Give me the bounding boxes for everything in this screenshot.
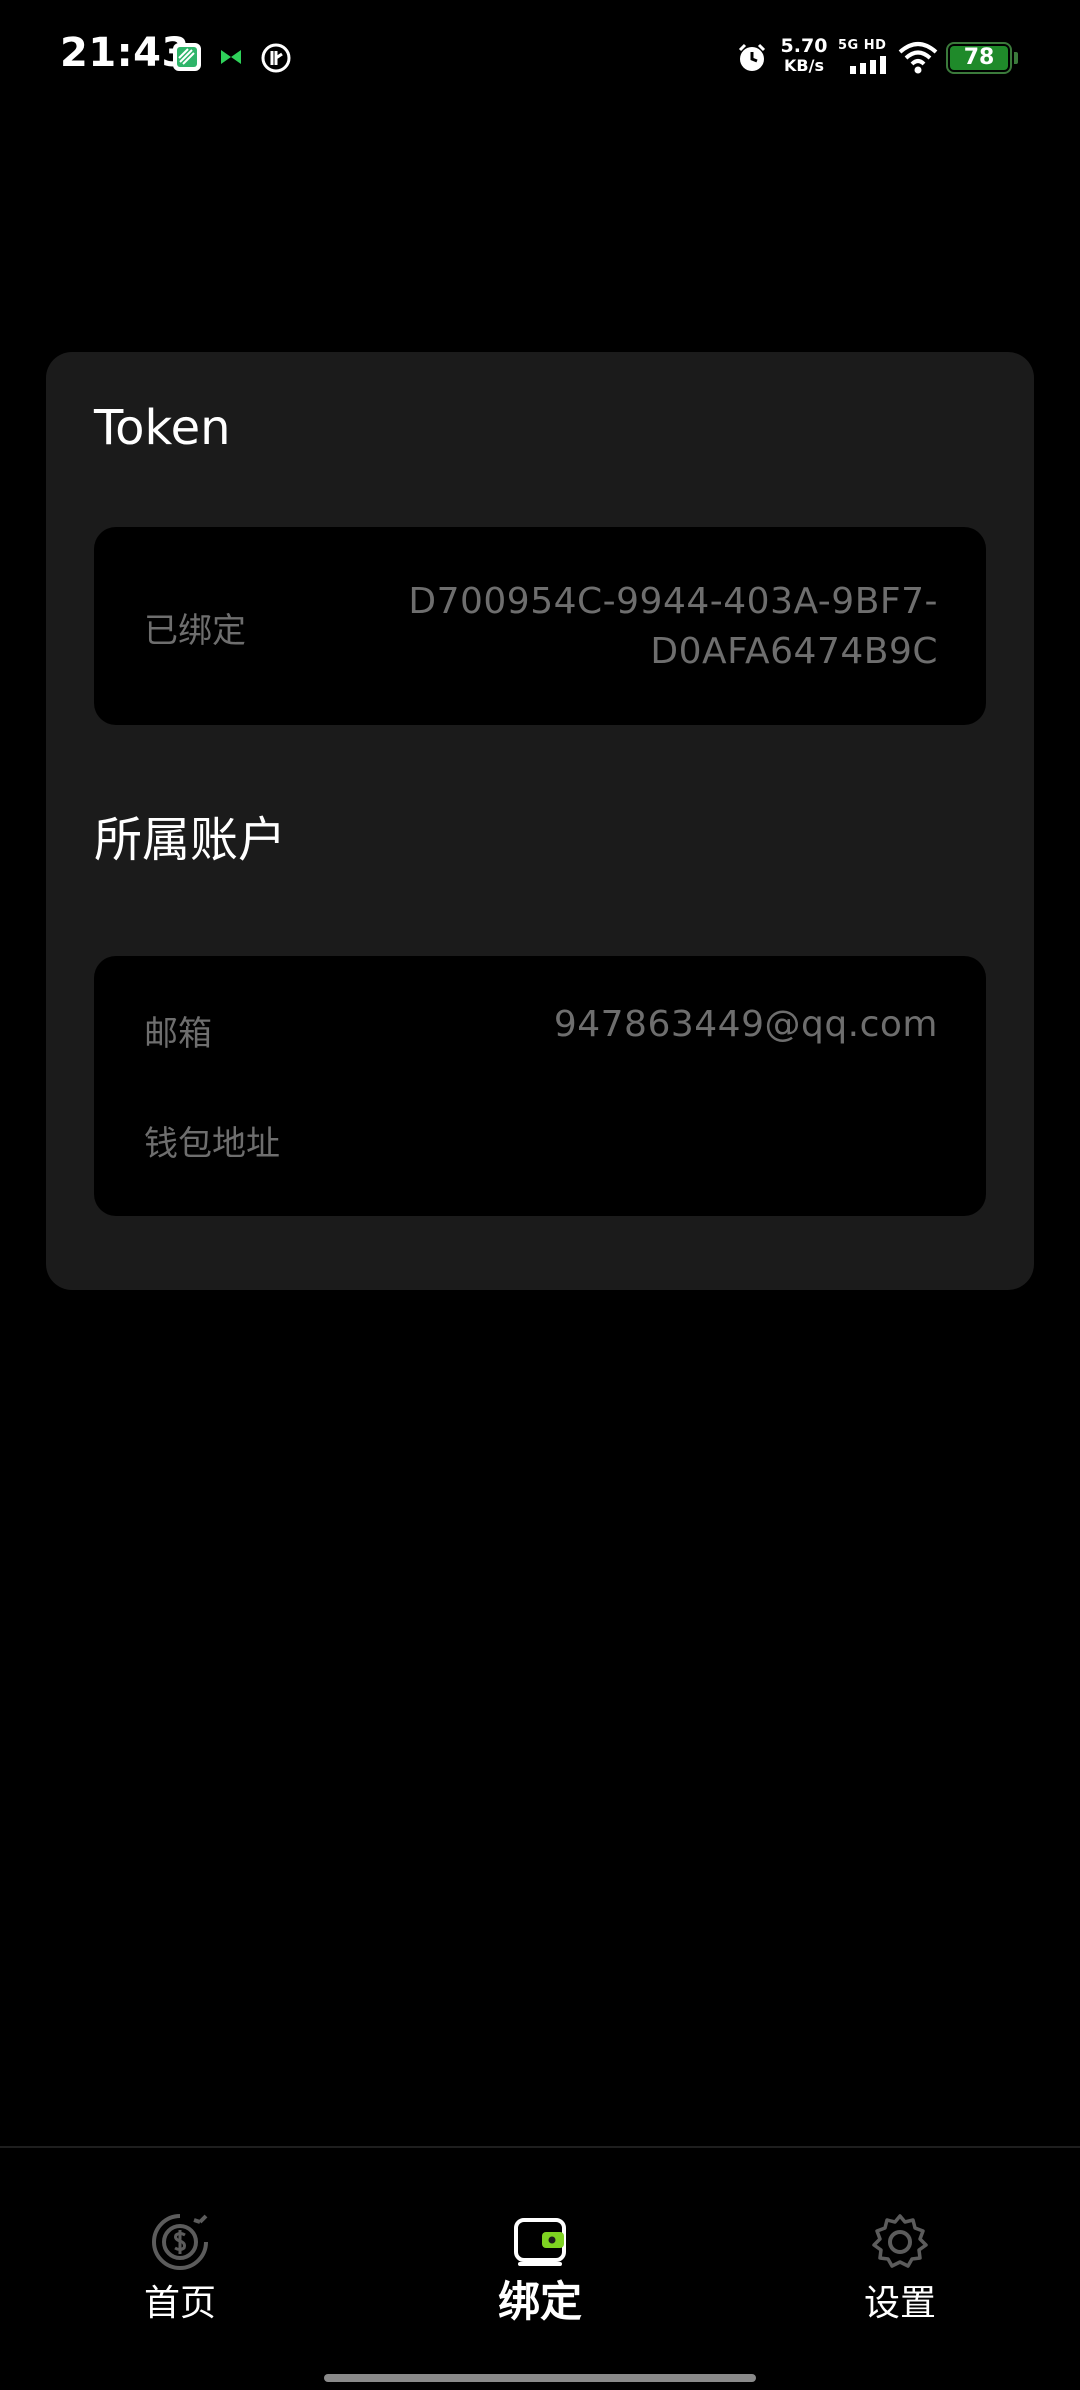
nav-item-settings[interactable]: 设置 — [780, 2148, 1020, 2348]
signal-label: 5G HD — [838, 38, 887, 53]
alarm-icon — [738, 43, 766, 71]
vpn-icon — [261, 43, 291, 73]
nav-item-bind[interactable]: 绑定 — [420, 2148, 660, 2348]
email-value[interactable]: 947863449@qq.com — [554, 1004, 938, 1045]
battery-fill: 78 — [950, 46, 1008, 70]
status-time: 21:43 — [60, 30, 190, 76]
nav-item-home[interactable]: 首页 — [60, 2148, 300, 2348]
battery-level: 78 — [963, 45, 995, 70]
gear-icon — [872, 2214, 928, 2268]
token-section-title: Token — [94, 400, 231, 456]
nav-label-home: 首页 — [143, 2283, 216, 2324]
game-notification-icon — [221, 50, 241, 64]
nav-label-bind: 绑定 — [497, 2277, 582, 2326]
status-bar: 21:43 5.70 KB/s 5G HD 78 — [0, 0, 1080, 118]
network-speed-value: 5.70 — [780, 35, 828, 57]
token-value[interactable]: D700954C-9944-403A-9BF7-D0AFA6474B9C — [378, 577, 938, 677]
battery-icon: 78 — [946, 42, 1012, 74]
nav-label-settings: 设置 — [863, 2283, 936, 2324]
bottom-nav: 首页 绑定 设置 — [0, 2146, 1080, 2390]
wifi-icon — [898, 42, 938, 74]
token-box: 已绑定 D700954C-9944-403A-9BF7-D0AFA6474B9C — [94, 527, 986, 725]
dollar-cycle-icon — [152, 2214, 208, 2270]
wallet-address-label: 钱包地址 — [144, 1124, 280, 1164]
signal-icon — [850, 56, 886, 74]
app-notification-icon — [173, 43, 201, 71]
battery-cap — [1014, 52, 1018, 64]
home-indicator[interactable] — [324, 2374, 756, 2382]
email-label: 邮箱 — [144, 1014, 212, 1054]
account-box: 邮箱 947863449@qq.com 钱包地址 — [94, 956, 986, 1216]
binding-card: Token 已绑定 D700954C-9944-403A-9BF7-D0AFA6… — [46, 352, 1034, 1290]
network-speed: 5.70 KB/s — [778, 36, 830, 76]
network-speed-unit: KB/s — [784, 56, 824, 75]
account-section-title: 所属账户 — [94, 812, 287, 868]
bound-status-label: 已绑定 — [144, 611, 246, 651]
wallet-icon — [514, 2218, 566, 2266]
